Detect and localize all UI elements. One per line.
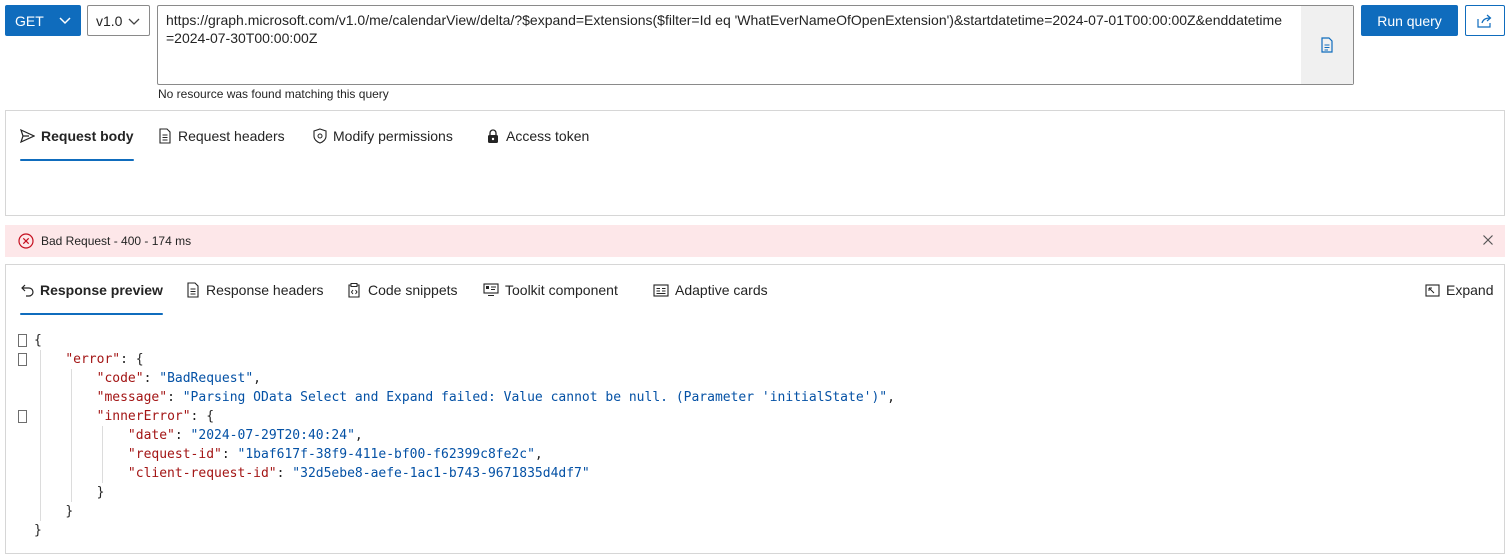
- json-line: }: [65, 504, 74, 519]
- request-panel: Request body Request headers Modify perm…: [5, 110, 1505, 216]
- toolkit-icon: [483, 283, 499, 297]
- expand-icon: [1425, 283, 1440, 297]
- json-line: "date": "2024-07-29T20:40:24",: [127, 428, 363, 443]
- json-line: }: [96, 485, 105, 500]
- tab-label: Request headers: [178, 128, 285, 144]
- tab-label: Toolkit component: [505, 282, 618, 298]
- json-line: "error": {: [65, 352, 144, 367]
- json-line: "message": "Parsing OData Select and Exp…: [96, 390, 895, 405]
- query-url-input[interactable]: https://graph.microsoft.com/v1.0/me/cale…: [157, 5, 1354, 85]
- json-line: "code": "BadRequest",: [96, 371, 261, 386]
- code-clipboard-icon: [347, 282, 362, 298]
- method-dropdown[interactable]: GET: [5, 5, 81, 36]
- json-line: "innerError": {: [96, 409, 215, 424]
- run-query-button[interactable]: Run query: [1361, 5, 1458, 36]
- expand-button[interactable]: Expand: [1425, 265, 1493, 315]
- tab-label: Adaptive cards: [675, 282, 768, 298]
- tab-response-headers[interactable]: Response headers: [186, 265, 324, 315]
- tab-label: Code snippets: [368, 282, 458, 298]
- tab-code-snippets[interactable]: Code snippets: [347, 265, 458, 315]
- document-icon: [158, 128, 172, 144]
- tab-label: Response preview: [40, 282, 163, 298]
- tab-access-token[interactable]: Access token: [486, 111, 589, 161]
- tab-toolkit-component[interactable]: Toolkit component: [483, 265, 618, 315]
- tab-request-body[interactable]: Request body: [20, 111, 134, 161]
- version-dropdown[interactable]: v1.0: [87, 5, 150, 36]
- response-panel: Response preview Response headers Code s…: [5, 264, 1505, 554]
- chevron-down-icon: [58, 13, 72, 27]
- version-label: v1.0: [96, 12, 123, 29]
- tab-adaptive-cards[interactable]: Adaptive cards: [653, 265, 768, 315]
- fold-toggle[interactable]: [18, 410, 27, 423]
- error-circle-icon: [18, 233, 34, 249]
- status-text: Bad Request - 400 - 174 ms: [41, 234, 192, 248]
- json-line: {: [34, 333, 42, 348]
- tab-response-preview[interactable]: Response preview: [20, 265, 163, 315]
- shield-icon: [313, 128, 327, 144]
- status-message-bar: Bad Request - 400 - 174 ms: [5, 225, 1505, 257]
- fold-toggle[interactable]: [18, 353, 27, 366]
- expand-label: Expand: [1446, 282, 1494, 298]
- card-icon: [653, 283, 669, 297]
- close-icon[interactable]: [1481, 233, 1495, 247]
- arrow-back-icon: [20, 283, 34, 297]
- document-icon: [1320, 37, 1334, 53]
- json-line: "request-id": "1baf617f-38f9-411e-bf00-f…: [127, 447, 543, 462]
- tab-modify-permissions[interactable]: Modify permissions: [313, 111, 453, 161]
- query-doc-button[interactable]: [1301, 6, 1353, 84]
- tab-label: Modify permissions: [333, 128, 453, 144]
- json-line: "client-request-id": "32d5ebe8-aefe-1ac1…: [127, 466, 590, 481]
- lock-icon: [486, 128, 500, 144]
- chevron-down-icon: [127, 14, 141, 28]
- tab-label: Access token: [506, 128, 590, 144]
- method-label: GET: [15, 12, 44, 29]
- fold-toggle[interactable]: [18, 334, 27, 347]
- share-button[interactable]: [1465, 5, 1505, 36]
- share-icon: [1477, 14, 1493, 28]
- query-url-text[interactable]: https://graph.microsoft.com/v1.0/me/cale…: [166, 11, 1286, 47]
- query-hint: No resource was found matching this quer…: [158, 87, 389, 101]
- document-icon: [186, 282, 200, 298]
- tab-label: Response headers: [206, 282, 324, 298]
- json-line: }: [34, 523, 42, 538]
- tab-label: Request body: [41, 128, 134, 144]
- send-icon: [20, 129, 35, 143]
- tab-request-headers[interactable]: Request headers: [158, 111, 285, 161]
